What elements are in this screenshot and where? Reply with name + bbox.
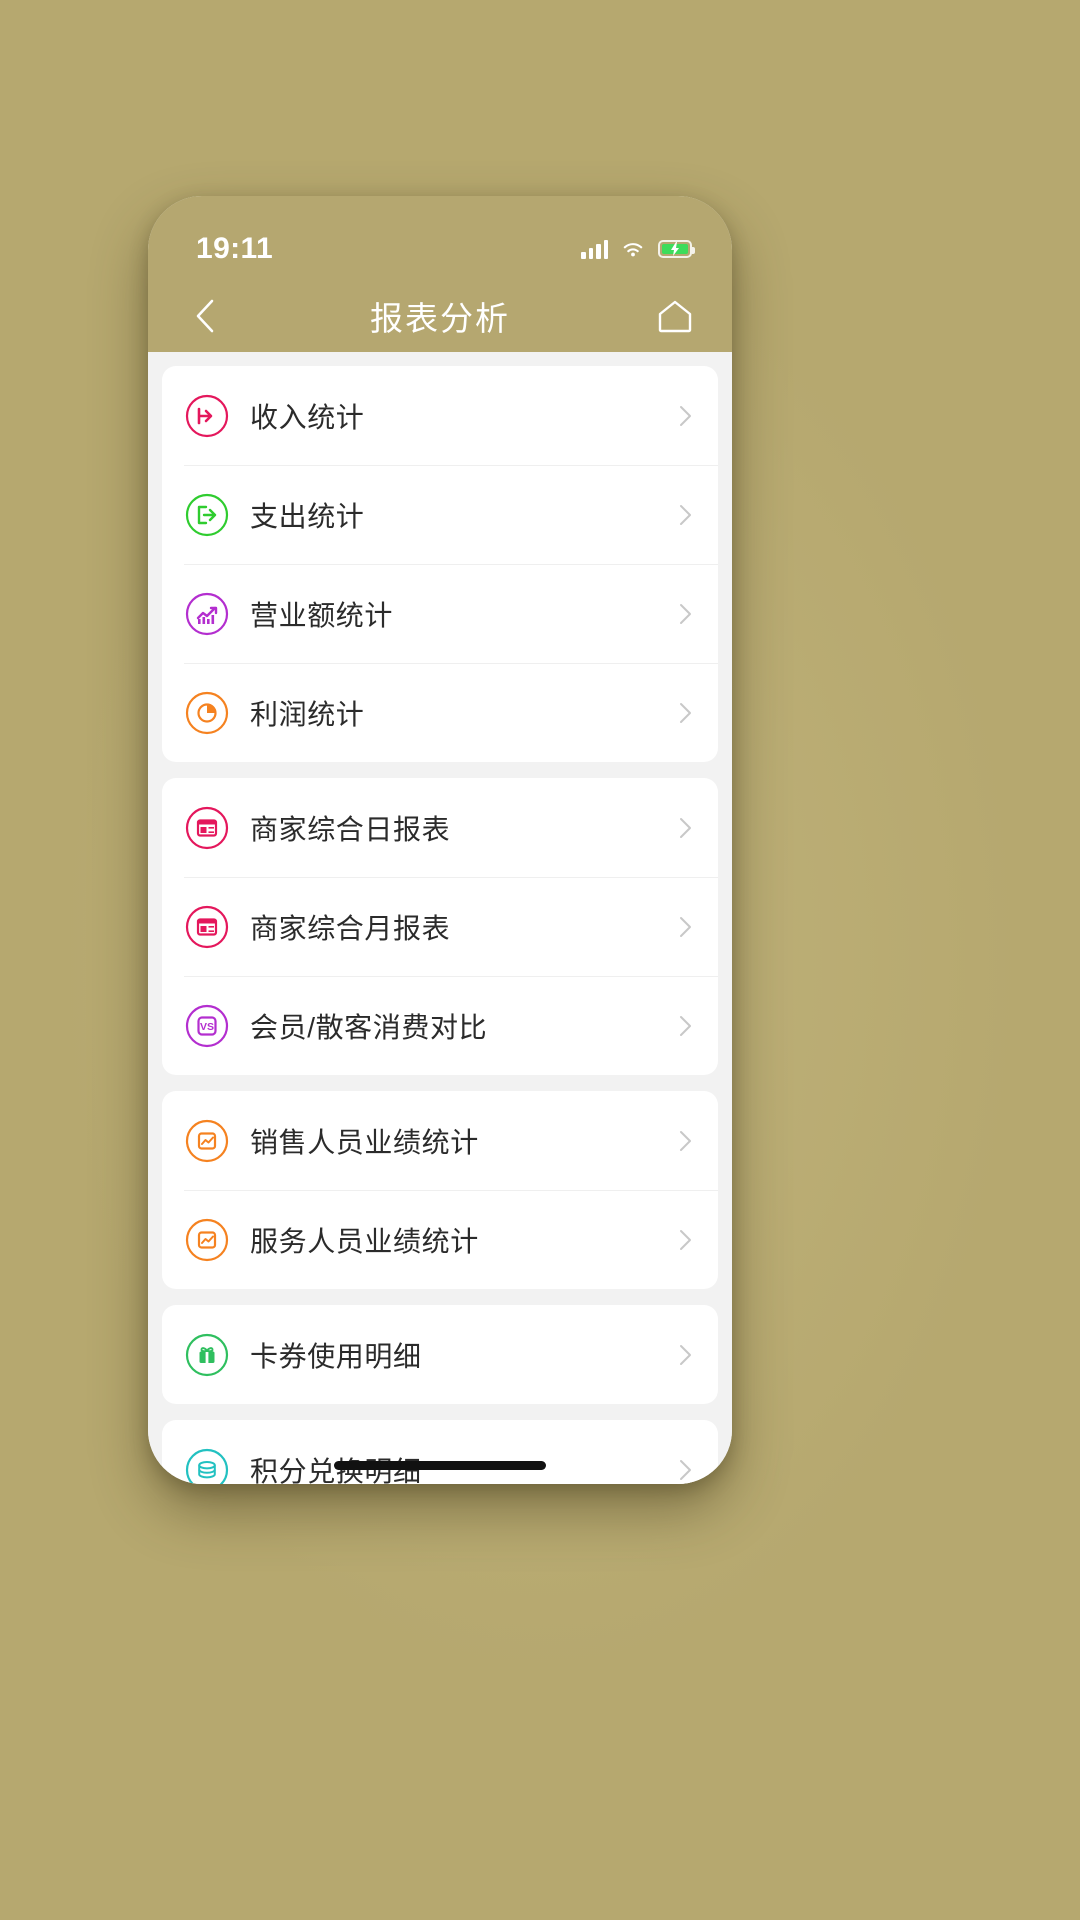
page-title: 报表分析 — [370, 300, 510, 337]
chevron-right-icon — [674, 916, 696, 938]
report-group: 销售人员业绩统计 服务人员业绩统计 — [162, 1091, 718, 1289]
status-time: 19:11 — [196, 232, 274, 265]
chevron-right-icon — [674, 1459, 696, 1481]
pie-chart-icon — [184, 690, 230, 736]
battery-charging-icon — [658, 240, 695, 258]
list-item-label: 服务人员业绩统计 — [250, 1225, 479, 1257]
list-item[interactable]: 服务人员业绩统计 — [162, 1190, 718, 1289]
home-icon — [658, 300, 692, 333]
list-item[interactable]: 利润统计 — [162, 663, 718, 762]
report-group: 积分兑换明细 — [162, 1420, 718, 1484]
list-item[interactable]: 商家综合月报表 — [162, 877, 718, 976]
report-group: 商家综合日报表 商家综合月报表 VS 会员/散客消费对比 — [162, 778, 718, 1075]
nav-header: 报表分析 — [148, 280, 732, 352]
chevron-right-icon — [674, 405, 696, 427]
home-button[interactable] — [652, 293, 698, 339]
list-item-label: 商家综合月报表 — [250, 912, 451, 944]
chevron-right-icon — [674, 504, 696, 526]
home-indicator — [334, 1461, 546, 1470]
list-item-label: 收入统计 — [250, 401, 365, 433]
list-item[interactable]: VS 会员/散客消费对比 — [162, 976, 718, 1075]
chevron-right-icon — [674, 817, 696, 839]
list-item-label: 支出统计 — [250, 500, 365, 532]
list-item-label: 营业额统计 — [250, 599, 394, 631]
versus-compare-icon: VS — [184, 1003, 230, 1049]
chevron-right-icon — [674, 1130, 696, 1152]
income-arrow-in-icon — [184, 393, 230, 439]
coupon-gift-icon — [184, 1332, 230, 1378]
signal-bars-icon — [581, 239, 608, 259]
chevron-right-icon — [674, 1344, 696, 1366]
points-coins-icon — [184, 1447, 230, 1484]
phone-frame: 19:11 报表分析 收入统计 支出统计 营业额统计 利润统计 商家综合日报表 … — [148, 196, 732, 1484]
chevron-right-icon — [674, 1229, 696, 1251]
list-item-label: 销售人员业绩统计 — [250, 1126, 479, 1158]
list-item[interactable]: 销售人员业绩统计 — [162, 1091, 718, 1190]
monthly-report-icon — [184, 904, 230, 950]
wifi-icon — [623, 242, 643, 256]
list-item-label: 利润统计 — [250, 698, 365, 730]
chevron-left-icon — [196, 299, 214, 333]
list-item[interactable]: 支出统计 — [162, 465, 718, 564]
report-group: 收入统计 支出统计 营业额统计 利润统计 — [162, 366, 718, 762]
report-group: 卡券使用明细 — [162, 1305, 718, 1404]
list-item-label: 商家综合日报表 — [250, 813, 451, 845]
list-item-label: 卡券使用明细 — [250, 1340, 422, 1372]
back-button[interactable] — [182, 293, 228, 339]
chevron-right-icon — [674, 702, 696, 724]
sales-performance-icon — [184, 1118, 230, 1164]
list-item[interactable]: 卡券使用明细 — [162, 1305, 718, 1404]
list-item[interactable]: 营业额统计 — [162, 564, 718, 663]
list-item-label: 会员/散客消费对比 — [250, 1011, 488, 1043]
list-item[interactable]: 商家综合日报表 — [162, 778, 718, 877]
daily-report-icon — [184, 805, 230, 851]
chevron-right-icon — [674, 603, 696, 625]
service-performance-icon — [184, 1217, 230, 1263]
chevron-right-icon — [674, 1015, 696, 1037]
trending-chart-icon — [184, 591, 230, 637]
status-icons — [581, 239, 695, 259]
report-list[interactable]: 收入统计 支出统计 营业额统计 利润统计 商家综合日报表 商家综合月报表 VS … — [148, 352, 732, 1484]
status-bar: 19:11 — [148, 196, 732, 280]
expense-arrow-out-icon — [184, 492, 230, 538]
svg-text:VS: VS — [200, 1021, 214, 1033]
list-item[interactable]: 积分兑换明细 — [162, 1420, 718, 1484]
list-item[interactable]: 收入统计 — [162, 366, 718, 465]
